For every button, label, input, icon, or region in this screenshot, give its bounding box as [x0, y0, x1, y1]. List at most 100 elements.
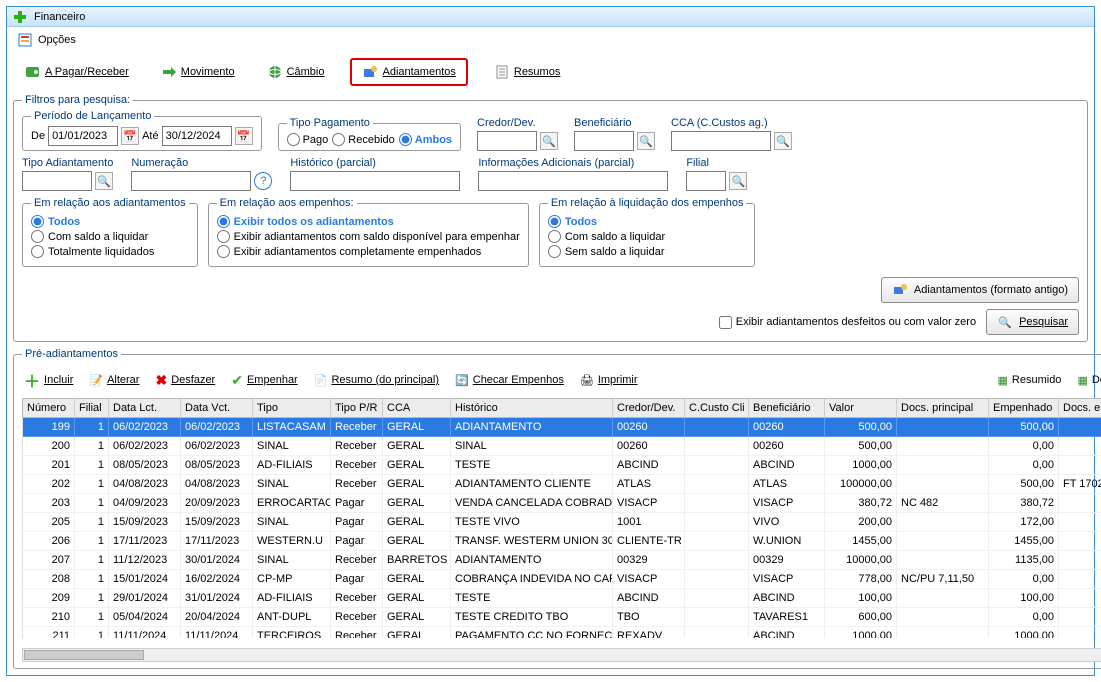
- imprimir-button[interactable]: 🖨Imprimir: [580, 374, 638, 387]
- date-to-input[interactable]: [162, 126, 232, 146]
- calendar-to-icon[interactable]: 📅: [235, 127, 253, 145]
- search-credor-icon[interactable]: 🔍: [540, 132, 558, 150]
- rel-emp-saldo[interactable]: Exibir adiantamentos com saldo disponíve…: [217, 230, 520, 243]
- table-row[interactable]: 202104/08/202304/08/2023SINALReceberGERA…: [23, 475, 1101, 494]
- checar-button[interactable]: 🔄Checar Empenhos: [455, 374, 564, 387]
- search-filial-icon[interactable]: 🔍: [729, 172, 747, 190]
- grid-toolbar: ＋Incluir 📝Alterar ✖Desfazer ✔Empenhar 📄R…: [22, 364, 1101, 396]
- resumo-button[interactable]: 📄Resumo (do principal): [314, 374, 439, 387]
- column-header[interactable]: Docs. principal: [897, 399, 989, 417]
- tipo-pagamento-group: Tipo Pagamento Pago Recebido Ambos: [278, 117, 461, 151]
- periodo-group: Período de Lançamento De 📅 Até 📅: [22, 110, 262, 151]
- menubar: A Pagar/Receber Movimento Câmbio Adianta…: [13, 54, 1088, 94]
- menu-resumos[interactable]: Resumos: [488, 60, 566, 84]
- table-row[interactable]: 201108/05/202308/05/2023AD-FILIAISRecebe…: [23, 456, 1101, 475]
- menu-movimento[interactable]: Movimento: [155, 60, 241, 84]
- desfazer-button[interactable]: ✖Desfazer: [155, 372, 215, 389]
- credor-input[interactable]: [477, 131, 537, 151]
- scroll-thumb[interactable]: [24, 650, 144, 660]
- options-icon: [17, 32, 33, 48]
- date-from-input[interactable]: [48, 126, 118, 146]
- table-row[interactable]: 210105/04/202420/04/2024ANT-DUPLReceberG…: [23, 608, 1101, 627]
- horizontal-scrollbar[interactable]: ◂ ▸: [22, 648, 1101, 662]
- check-desfeitos[interactable]: Exibir adiantamentos desfeitos ou com va…: [719, 316, 976, 329]
- radio-ambos[interactable]: Ambos: [399, 133, 452, 146]
- alterar-button[interactable]: 📝Alterar: [89, 374, 139, 387]
- grid-header: NúmeroFilialData Lct.Data Vct.TipoTipo P…: [22, 398, 1101, 418]
- table-row[interactable]: 199106/02/202306/02/2023LISTACASAMRecebe…: [23, 418, 1101, 437]
- incluir-button[interactable]: ＋Incluir: [24, 368, 73, 392]
- column-header[interactable]: Valor: [825, 399, 897, 417]
- calendar-from-icon[interactable]: 📅: [121, 127, 139, 145]
- excel-icon: ▦: [998, 374, 1008, 387]
- search-cca-icon[interactable]: 🔍: [774, 132, 792, 150]
- window-title: Financeiro: [34, 11, 85, 23]
- rel-empenhos-group: Em relação aos empenhos: Exibir todos os…: [208, 197, 529, 267]
- edit-icon: 📝: [89, 374, 103, 387]
- rel-liq-todos[interactable]: Todos: [548, 215, 747, 228]
- rel-liq-sem[interactable]: Sem saldo a liquidar: [548, 245, 747, 258]
- doc-icon: 📄: [314, 374, 328, 387]
- table-row[interactable]: 211111/11/202411/11/2024TERCEIROSReceber…: [23, 627, 1101, 638]
- radio-recebido[interactable]: Recebido: [332, 133, 394, 146]
- refresh-icon: 🔄: [455, 374, 469, 387]
- menu-pagar-receber[interactable]: A Pagar/Receber: [19, 60, 135, 84]
- cca-input[interactable]: [671, 131, 771, 151]
- column-header[interactable]: Beneficiário: [749, 399, 825, 417]
- rel-adiantamentos-group: Em relação aos adiantamentos Todos Com s…: [22, 197, 198, 267]
- print-icon: 🖨: [580, 374, 594, 387]
- data-grid: ▸ NúmeroFilialData Lct.Data Vct.TipoTipo…: [22, 398, 1101, 644]
- radio-pago[interactable]: Pago: [287, 133, 329, 146]
- rel-ad-total[interactable]: Totalmente liquidados: [31, 245, 189, 258]
- options-label[interactable]: Opções: [38, 34, 76, 46]
- column-header[interactable]: Filial: [75, 399, 109, 417]
- column-header[interactable]: C.Custo Cli: [685, 399, 749, 417]
- table-row[interactable]: 206117/11/202317/11/2023WESTERN.UPagarGE…: [23, 532, 1101, 551]
- pesquisar-button[interactable]: 🔍 Pesquisar: [986, 309, 1079, 335]
- column-header[interactable]: Data Vct.: [181, 399, 253, 417]
- grid-body[interactable]: 199106/02/202306/02/2023LISTACASAMRecebe…: [22, 418, 1101, 638]
- beneficiario-input[interactable]: [574, 131, 634, 151]
- column-header[interactable]: Tipo: [253, 399, 331, 417]
- table-row[interactable]: 205115/09/202315/09/2023SINALPagarGERALT…: [23, 513, 1101, 532]
- rel-emp-comp[interactable]: Exibir adiantamentos completamente empen…: [217, 245, 520, 258]
- column-header[interactable]: Número: [23, 399, 75, 417]
- column-header[interactable]: Empenhado: [989, 399, 1059, 417]
- rel-ad-todos[interactable]: Todos: [31, 215, 189, 228]
- column-header[interactable]: Histórico: [451, 399, 613, 417]
- formato-antigo-button[interactable]: Adiantamentos (formato antigo): [881, 277, 1079, 303]
- table-row[interactable]: 200106/02/202306/02/2023SINALReceberGERA…: [23, 437, 1101, 456]
- advance-icon: [892, 282, 908, 298]
- table-row[interactable]: 209129/01/202431/01/2024AD-FILIAISRecebe…: [23, 589, 1101, 608]
- menu-adiantamentos[interactable]: Adiantamentos: [350, 58, 467, 86]
- filial-input[interactable]: [686, 171, 726, 191]
- historico-input[interactable]: [290, 171, 460, 191]
- rel-liq-saldo[interactable]: Com saldo a liquidar: [548, 230, 747, 243]
- table-row[interactable]: 203104/09/202320/09/2023ERROCARTACPagarG…: [23, 494, 1101, 513]
- excel-icon: ▦: [1077, 374, 1087, 387]
- advance-icon: [362, 64, 378, 80]
- resumido-button[interactable]: ▦Resumido: [998, 374, 1062, 387]
- rel-emp-todos[interactable]: Exibir todos os adiantamentos: [217, 215, 520, 228]
- table-row[interactable]: 208115/01/202416/02/2024CP-MPPagarGERALC…: [23, 570, 1101, 589]
- rel-ad-saldo[interactable]: Com saldo a liquidar: [31, 230, 189, 243]
- titlebar: Financeiro: [7, 7, 1094, 27]
- search-tipo-icon[interactable]: 🔍: [95, 172, 113, 190]
- column-header[interactable]: Tipo P/R: [331, 399, 383, 417]
- plus-icon[interactable]: [12, 9, 28, 25]
- empenhar-button[interactable]: ✔Empenhar: [231, 372, 298, 389]
- help-icon[interactable]: ?: [254, 172, 272, 190]
- info-adicionais-input[interactable]: [478, 171, 668, 191]
- column-header[interactable]: Docs. empenh: [1059, 399, 1101, 417]
- search-benef-icon[interactable]: 🔍: [637, 132, 655, 150]
- filters-panel: Filtros para pesquisa: Período de Lançam…: [13, 94, 1088, 342]
- detalhado-button[interactable]: ▦Detalhado: [1077, 374, 1101, 387]
- menu-cambio[interactable]: Câmbio: [261, 60, 331, 84]
- rel-liquidacao-group: Em relação à liquidação dos empenhos Tod…: [539, 197, 756, 267]
- tipo-ad-input[interactable]: [22, 171, 92, 191]
- wallet-icon: [25, 64, 41, 80]
- column-header[interactable]: Credor/Dev.: [613, 399, 685, 417]
- numeracao-input[interactable]: [131, 171, 251, 191]
- column-header[interactable]: CCA: [383, 399, 451, 417]
- column-header[interactable]: Data Lct.: [109, 399, 181, 417]
